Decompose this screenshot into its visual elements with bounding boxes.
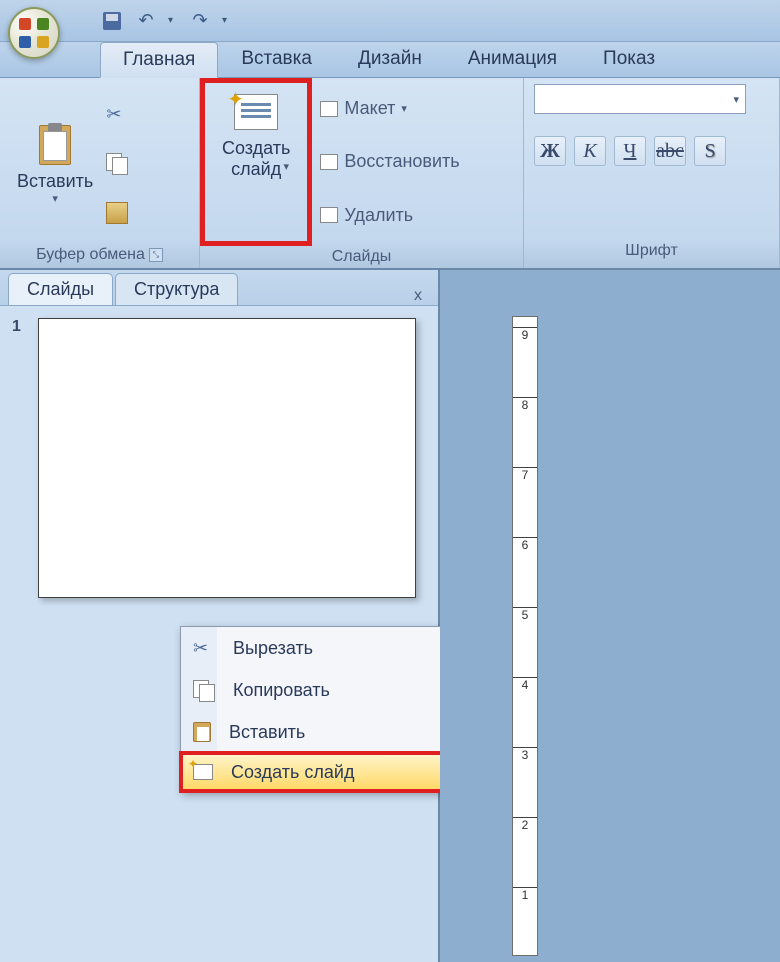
- tab-home[interactable]: Главная: [100, 42, 218, 78]
- slide-number: 1: [12, 318, 21, 336]
- office-button[interactable]: [8, 7, 60, 59]
- paste-dropdown-icon: ▾: [52, 192, 58, 205]
- delete-button[interactable]: Удалить: [320, 205, 459, 226]
- font-dropdown-icon: ▾: [733, 93, 739, 106]
- vertical-ruler: 9 8 7 6 5 4 3 2 1: [512, 316, 538, 956]
- font-group-label: Шрифт: [528, 240, 775, 262]
- paste-label: Вставить: [17, 171, 93, 192]
- ribbon-tabs: Главная Вставка Дизайн Анимация Показ: [0, 42, 780, 78]
- new-slide-icon: ✦: [234, 94, 278, 130]
- tab-slideshow[interactable]: Показ: [580, 41, 678, 77]
- save-button[interactable]: [100, 9, 124, 33]
- text-shadow-button[interactable]: S: [694, 136, 726, 166]
- font-style-buttons: Ж К Ч abc S: [534, 136, 769, 166]
- clipboard-group: Вставить ▾ Буфер обмена ⤡: [0, 78, 200, 268]
- underline-button[interactable]: Ч: [614, 136, 646, 166]
- context-new-slide[interactable]: Создать слайд: [179, 751, 475, 793]
- font-group: ▾ Ж К Ч abc S Шрифт: [524, 78, 780, 268]
- reset-icon: [320, 154, 338, 170]
- context-paste[interactable]: Вставить: [181, 711, 473, 753]
- undo-dropdown[interactable]: ▾: [168, 15, 178, 26]
- editor-area[interactable]: 9 8 7 6 5 4 3 2 1: [440, 270, 780, 962]
- title-bar: ↶ ▾ ↷ ▾: [0, 0, 780, 42]
- bold-button[interactable]: Ж: [534, 136, 566, 166]
- paste-button[interactable]: Вставить ▾: [8, 84, 102, 244]
- slides-group: ✦ Создать слайд ▾ Макет ▾ Восстановить: [200, 78, 524, 268]
- cut-button[interactable]: [106, 104, 128, 126]
- clipboard-small-buttons: [102, 84, 132, 244]
- redo-button[interactable]: ↷: [188, 9, 212, 33]
- context-cut[interactable]: Вырезать: [181, 627, 473, 669]
- new-slide-small-icon: [193, 764, 213, 780]
- tab-design[interactable]: Дизайн: [335, 41, 445, 77]
- italic-button[interactable]: К: [574, 136, 606, 166]
- font-name-select[interactable]: ▾: [534, 84, 746, 114]
- format-painter-button[interactable]: [106, 202, 128, 224]
- slides-options: Макет ▾ Восстановить Удалить: [312, 78, 467, 246]
- undo-button[interactable]: ↶: [134, 9, 158, 33]
- panel-tabs: Слайды Структура x: [0, 270, 438, 306]
- layout-button[interactable]: Макет ▾: [320, 98, 459, 119]
- context-menu: Вырезать Копировать Вставить Создать сла…: [180, 626, 474, 792]
- quick-access-toolbar: ↶ ▾ ↷ ▾: [100, 9, 232, 33]
- strikethrough-button[interactable]: abc: [654, 136, 686, 166]
- scissors-icon: [193, 638, 215, 658]
- clipboard-group-label: Буфер обмена ⤡: [2, 244, 197, 266]
- delete-icon: [320, 207, 338, 223]
- new-slide-label: Создать слайд: [222, 138, 290, 180]
- layout-icon: [320, 101, 338, 117]
- slides-panel: Слайды Структура x 1 Вырезать Копировать…: [0, 270, 440, 962]
- slides-group-label: Слайды: [194, 246, 529, 268]
- office-logo-icon: [19, 18, 49, 48]
- slide-thumbnails[interactable]: 1: [0, 306, 438, 610]
- tab-insert[interactable]: Вставка: [218, 41, 335, 77]
- panel-tab-slides[interactable]: Слайды: [8, 273, 113, 305]
- new-slide-dropdown-icon: ▾: [283, 160, 289, 173]
- reset-button[interactable]: Восстановить: [320, 151, 459, 172]
- context-copy[interactable]: Копировать: [181, 669, 473, 711]
- panel-close-button[interactable]: x: [406, 287, 430, 305]
- paste-icon: [193, 722, 211, 742]
- clipboard-icon: [33, 123, 77, 167]
- slide-thumbnail-1[interactable]: [38, 318, 416, 598]
- clipboard-launcher[interactable]: ⤡: [149, 248, 163, 262]
- panel-tab-structure[interactable]: Структура: [115, 273, 238, 305]
- copy-button[interactable]: [106, 153, 128, 175]
- tab-animation[interactable]: Анимация: [445, 41, 580, 77]
- ribbon: Вставить ▾ Буфер обмена ⤡ ✦ Создать слай…: [0, 78, 780, 270]
- save-icon: [103, 12, 121, 30]
- workspace: Слайды Структура x 1 Вырезать Копировать…: [0, 270, 780, 962]
- new-slide-highlight: ✦ Создать слайд ▾: [200, 78, 312, 246]
- new-slide-button[interactable]: ✦ Создать слайд ▾: [213, 89, 299, 178]
- qat-customize-dropdown[interactable]: ▾: [222, 15, 232, 26]
- copy-icon: [193, 680, 215, 700]
